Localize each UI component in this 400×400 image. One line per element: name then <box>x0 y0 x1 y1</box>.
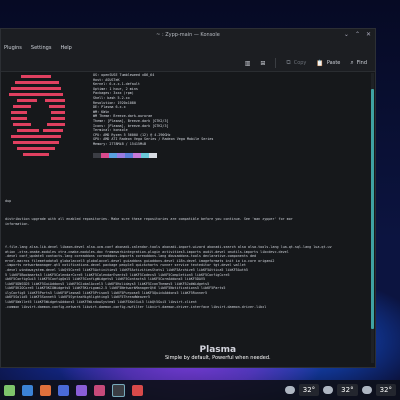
menu-settings[interactable]: Settings <box>31 41 52 55</box>
close-icon[interactable]: ✕ <box>366 29 371 41</box>
paste-button[interactable]: 📋 Paste <box>316 60 340 67</box>
terminal-output[interactable]: OS: openSUSE Tumbleweed x86_64 Host: ASU… <box>1 71 375 367</box>
color-palette <box>93 152 343 158</box>
menu-help[interactable]: Help <box>60 41 71 55</box>
window-titlebar[interactable]: ~ : Zypp-main — Konsole ⌄ ⌃ ✕ <box>1 29 375 41</box>
plasma-tagline: Plasma Simple by default, Powerful when … <box>165 345 271 362</box>
app-icon[interactable] <box>132 384 143 396</box>
media-player-icon[interactable] <box>94 384 105 396</box>
system-info: OS: openSUSE Tumbleweed x86_64 Host: ASU… <box>93 73 343 158</box>
new-tab-icon[interactable]: ⊞ <box>260 60 265 67</box>
taskbar: 32° 32° 32° <box>0 380 400 400</box>
copy-icon: ⧉ <box>286 59 291 66</box>
copy-label: Copy <box>293 60 307 66</box>
info-line: Memory: 2778MiB / 15415MiB <box>93 141 147 146</box>
weather-temp[interactable]: 32° <box>298 384 320 396</box>
plasma-wordmark: Plasma <box>199 345 237 355</box>
menu-plugins[interactable]: Plugins <box>4 41 22 55</box>
konsole-window[interactable]: ~ : Zypp-main — Konsole ⌄ ⌃ ✕ Plugins Se… <box>0 28 376 368</box>
menubar: Plugins Settings Help <box>1 41 375 55</box>
discover-icon[interactable] <box>76 384 87 396</box>
split-view-icon[interactable]: ▥ <box>245 60 251 67</box>
palette-swatch <box>125 152 133 158</box>
palette-swatch <box>93 152 101 158</box>
weather-temp[interactable]: 32° <box>375 384 396 396</box>
cloud-icon <box>323 386 334 394</box>
opensuse-ascii-logo-icon <box>9 75 65 156</box>
toolbar-separator <box>275 58 277 68</box>
weather-widgets: 32° 32° 32° <box>284 380 400 400</box>
find-button[interactable]: ⌕ Find <box>350 59 367 67</box>
palette-swatch <box>133 152 141 158</box>
zypper-output: dup distribution upgrade with all enable… <box>1 199 371 309</box>
find-label: Find <box>356 60 367 66</box>
paste-icon: 📋 <box>316 59 324 67</box>
toolbar: ▥ ⊞ ⧉ Copy 📋 Paste ⌕ Find <box>1 55 375 72</box>
palette-swatch <box>141 152 149 158</box>
minimize-icon[interactable]: ⌄ <box>344 29 349 41</box>
palette-swatch <box>101 152 109 158</box>
browser-icon[interactable] <box>58 384 69 396</box>
search-icon: ⌕ <box>350 59 354 66</box>
app-launcher-icon[interactable] <box>4 384 15 396</box>
scrollbar-thumb[interactable] <box>371 89 374 329</box>
weather-temp[interactable]: 32° <box>337 384 358 396</box>
paste-label: Paste <box>326 60 341 66</box>
konsole-task-icon[interactable] <box>112 383 125 397</box>
palette-swatch <box>117 152 125 158</box>
output-line: f-file-lang alsa-lib-devel libaom-devel … <box>5 244 332 249</box>
palette-swatch <box>149 152 157 158</box>
palette-swatch <box>109 152 117 158</box>
file-manager-icon[interactable] <box>40 384 51 396</box>
pager-icon[interactable] <box>22 384 33 396</box>
maximize-icon[interactable]: ⌃ <box>355 29 360 41</box>
cloud-icon <box>361 386 372 394</box>
plasma-slogan: Simple by default, Powerful when needed. <box>165 355 271 361</box>
cloud-icon <box>284 386 295 394</box>
copy-button[interactable]: ⧉ Copy <box>286 59 306 67</box>
output-line: -common libvirt-daemon-config-network li… <box>5 304 267 309</box>
window-title: ~ : Zypp-main — Konsole <box>156 32 220 38</box>
